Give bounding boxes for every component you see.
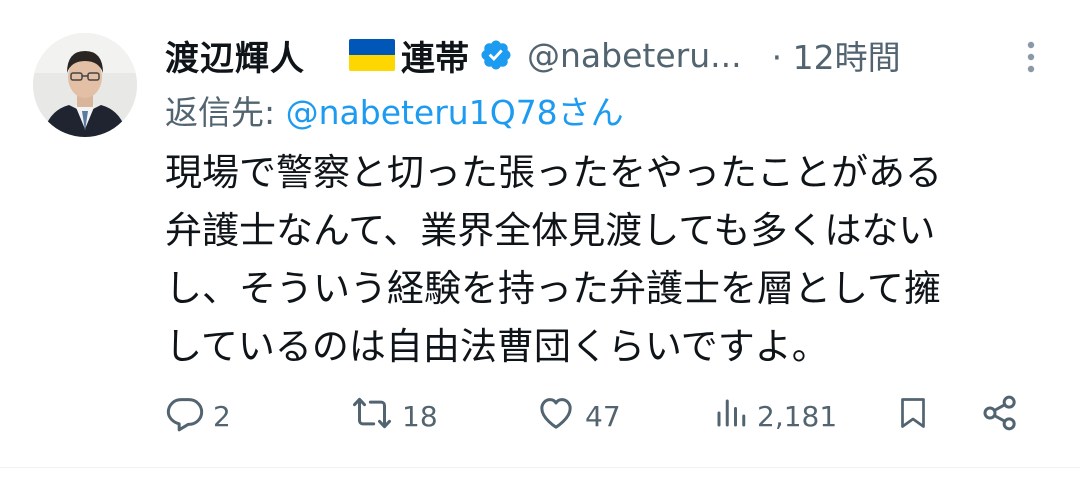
tweet-text-line: し、そういう経験を持った弁護士を層として擁	[165, 267, 941, 310]
retweet-icon	[350, 393, 394, 440]
replying-to: 返信先: @nabeteru1Q78さん	[165, 86, 624, 134]
like-button[interactable]: 47	[535, 386, 621, 446]
ukraine-flag-icon	[349, 39, 395, 71]
share-button[interactable]	[980, 386, 1020, 446]
author-name-suffix[interactable]: 連帯	[401, 31, 469, 80]
like-count: 47	[585, 399, 621, 433]
retweet-count: 18	[402, 399, 438, 433]
tweet-text-line: 現場で警察と切った張ったをやったことがある	[165, 151, 942, 194]
reply-mention-link[interactable]: @nabeteru1Q78さん	[286, 93, 624, 132]
reply-button[interactable]: 2	[165, 386, 231, 446]
divider	[0, 467, 1080, 468]
tweet[interactable]: 渡辺輝人 連帯 @nabeteru... · 12時間 返信先: @nabete…	[0, 0, 1080, 482]
views-icon	[713, 393, 749, 440]
views-count: 2,181	[757, 399, 838, 433]
tweet-time[interactable]: · 12時間	[772, 31, 901, 79]
like-icon	[535, 393, 577, 440]
action-bar: 2 18 47 2,181	[165, 386, 1045, 446]
tweet-header: 渡辺輝人 連帯 @nabeteru... · 12時間	[165, 28, 1060, 82]
bookmark-button[interactable]	[895, 386, 931, 446]
verified-badge-icon	[479, 38, 513, 72]
replying-to-label: 返信先:	[165, 93, 286, 132]
retweet-button[interactable]: 18	[350, 386, 438, 446]
author-handle[interactable]: @nabeteru...	[527, 36, 742, 75]
author-name[interactable]: 渡辺輝人	[165, 31, 305, 80]
views-button[interactable]: 2,181	[713, 386, 837, 446]
avatar[interactable]	[33, 33, 137, 137]
tweet-text-line: 弁護士なんて、業界全体見渡しても多くはない	[165, 209, 936, 252]
tweet-text-line: しているのは自由法曹団くらいですよ。	[165, 325, 829, 368]
reply-icon	[165, 393, 205, 440]
share-icon	[980, 393, 1020, 440]
reply-count: 2	[213, 399, 231, 433]
bookmark-icon	[895, 393, 931, 440]
tweet-text: 現場で警察と切った張ったをやったことがある 弁護士なんて、業界全体見渡しても多く…	[165, 144, 1055, 376]
more-icon[interactable]	[1026, 40, 1036, 74]
